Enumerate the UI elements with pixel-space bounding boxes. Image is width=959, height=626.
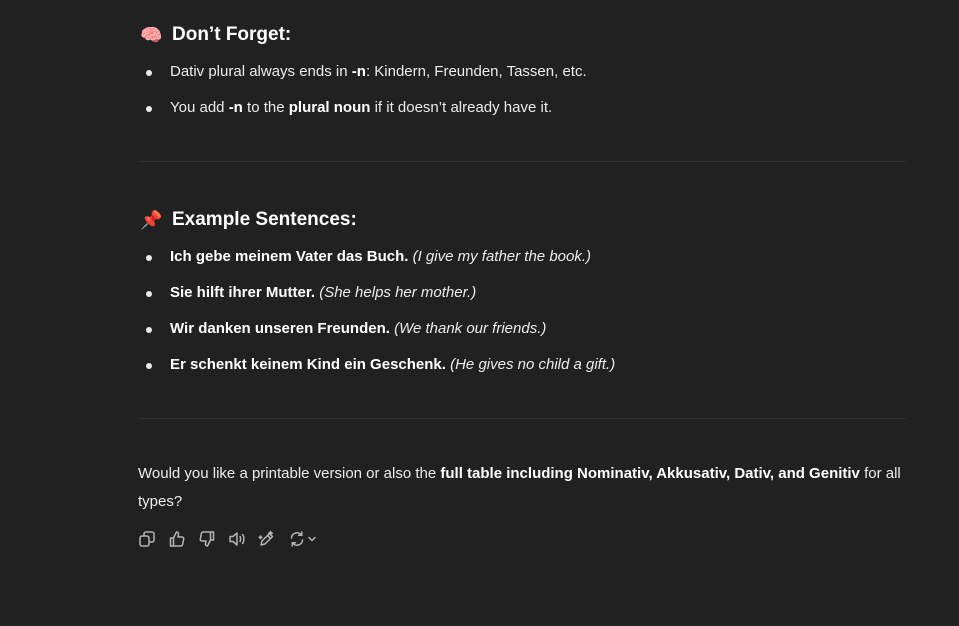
german-sentence: Er schenkt keinem Kind ein Geschenk. (170, 356, 446, 373)
divider (138, 161, 906, 162)
list-item: Er schenkt keinem Kind ein Geschenk. (He… (138, 355, 615, 375)
english-translation: (I give my father the book.) (412, 248, 592, 265)
list-item-text: Dativ plural always ends in (170, 63, 352, 80)
english-translation: (We thank our friends.) (394, 320, 547, 337)
list-item: Ich gebe meinem Vater das Buch. (I give … (138, 247, 615, 267)
divider (138, 418, 906, 419)
message-action-bar (138, 528, 322, 550)
read-aloud-icon (229, 532, 245, 546)
good-response-button[interactable] (168, 528, 198, 550)
section-heading-example-sentences: 📌 Example Sentences: (138, 206, 357, 234)
list-item-bold: plural noun (288, 99, 371, 116)
list-item-text: You add (170, 99, 229, 116)
closing-text: Would you like a printable version or al… (138, 465, 441, 482)
list-item: You add -n to the plural noun if it does… (138, 98, 587, 118)
bad-response-button[interactable] (198, 528, 228, 550)
dont-forget-list: Dativ plural always ends in -n: Kindern,… (138, 62, 587, 118)
thumbs-up-icon (169, 531, 185, 547)
chevron-down-icon (308, 536, 316, 542)
list-item: Dativ plural always ends in -n: Kindern,… (138, 62, 587, 82)
copy-button[interactable] (138, 528, 168, 550)
example-sentences-list: Ich gebe meinem Vater das Buch. (I give … (138, 247, 615, 375)
list-item-bold: -n (351, 63, 366, 80)
edit-in-canvas-button[interactable] (258, 528, 288, 550)
german-sentence: Ich gebe meinem Vater das Buch. (170, 248, 409, 265)
pushpin-icon: 📌 (140, 209, 163, 231)
regenerate-button[interactable] (288, 528, 322, 550)
list-item-text: : Kindern, Freunden, Tassen, etc. (365, 63, 587, 80)
german-sentence: Sie hilft ihrer Mutter. (170, 284, 316, 301)
section-title: Example Sentences: (172, 209, 357, 230)
english-translation: (He gives no child a gift.) (450, 356, 616, 373)
closing-question: Would you like a printable version or al… (138, 460, 906, 516)
english-translation: (She helps her mother.) (319, 284, 477, 301)
section-title: Don’t Forget: (172, 24, 292, 45)
brain-icon: 🧠 (140, 24, 163, 46)
regenerate-icon (290, 531, 304, 547)
edit-icon (258, 530, 274, 546)
thumbs-down-icon (199, 531, 215, 547)
list-item: Wir danken unseren Freunden. (We thank o… (138, 319, 615, 339)
list-item-text: if it doesn’t already have it. (370, 99, 553, 116)
list-item-text: to the (242, 99, 289, 116)
section-heading-dont-forget: 🧠 Don’t Forget: (138, 21, 291, 49)
list-item-bold: -n (228, 99, 243, 116)
closing-bold: full table including Nominativ, Akkusati… (440, 465, 860, 482)
list-item: Sie hilft ihrer Mutter. (She helps her m… (138, 283, 615, 303)
read-aloud-button[interactable] (228, 528, 258, 550)
copy-icon (139, 531, 155, 547)
german-sentence: Wir danken unseren Freunden. (170, 320, 390, 337)
